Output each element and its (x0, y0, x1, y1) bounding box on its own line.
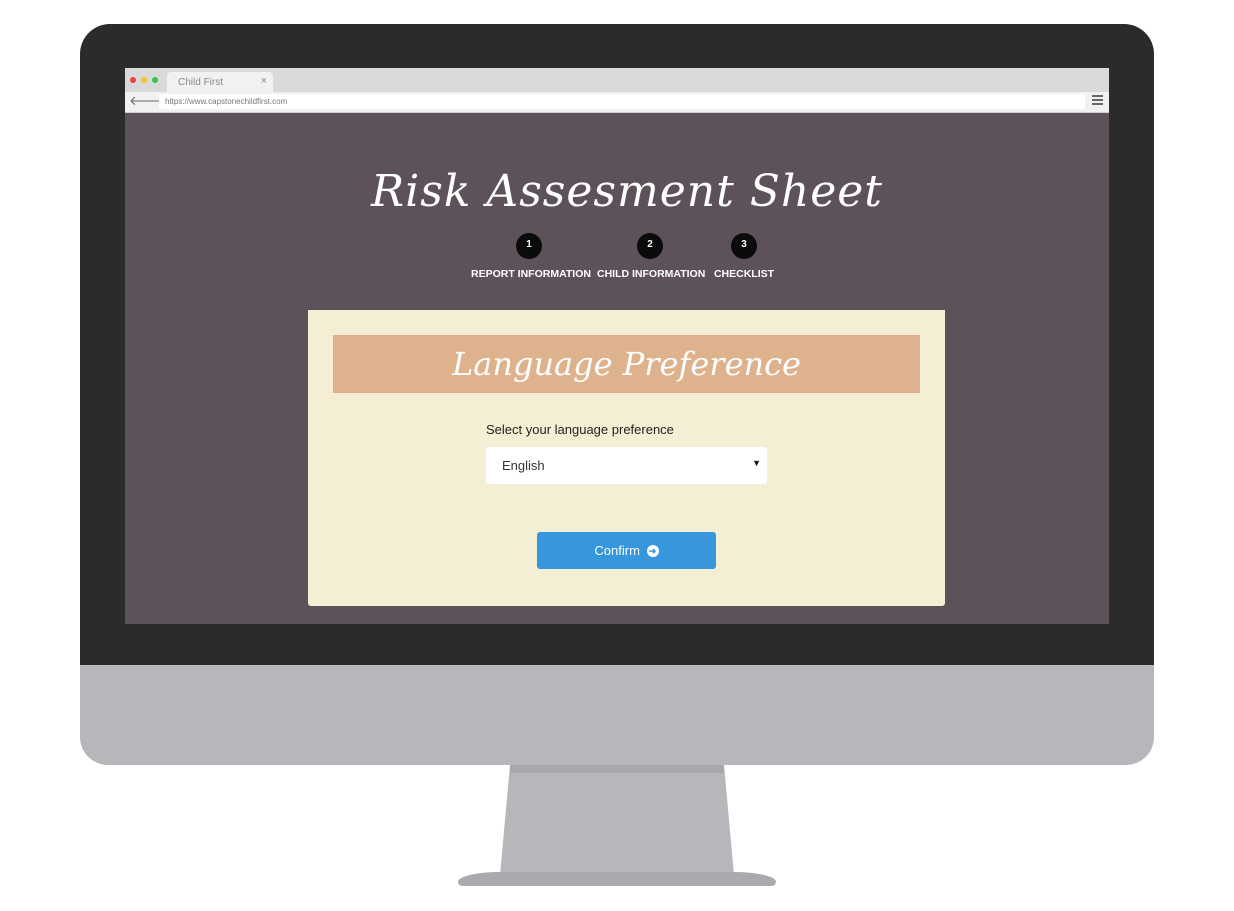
card-heading: Language Preference (452, 345, 801, 383)
step-label: CHECKLIST (713, 268, 775, 280)
browser-window: Child First × 🡐 🡒 https://www.capstonech… (125, 68, 1109, 624)
monitor-stand-shade (510, 765, 724, 773)
monitor-base (458, 872, 776, 886)
confirm-label: Confirm (594, 543, 640, 558)
step-label: CHILD INFORMATION (597, 268, 706, 280)
browser-tab[interactable]: Child First × (167, 72, 273, 92)
address-bar: 🡐 🡒 https://www.capstonechildfirst.com (125, 92, 1109, 113)
close-icon[interactable]: × (261, 75, 267, 87)
chevron-down-icon: ▼ (752, 458, 761, 468)
url-field[interactable]: https://www.capstonechildfirst.com (159, 94, 1085, 109)
monitor-chin (80, 665, 1154, 765)
step-report-information[interactable]: 1 REPORT INFORMATION (471, 233, 591, 280)
monitor-stand (500, 765, 734, 875)
step-number: 1 (516, 233, 542, 259)
language-select[interactable]: English ▼ (486, 447, 767, 484)
language-field-label: Select your language preference (486, 422, 674, 437)
step-checklist[interactable]: 3 CHECKLIST (713, 233, 775, 280)
minimize-window-dot[interactable] (141, 77, 147, 83)
progress-steps: 1 REPORT INFORMATION 2 CHILD INFORMATION… (125, 233, 1109, 293)
page-title: Risk Assesment Sheet (371, 166, 883, 217)
language-select-value: English (502, 458, 545, 473)
step-number: 3 (731, 233, 757, 259)
language-card: Language Preference Select your language… (308, 310, 945, 606)
arrow-circle-right-icon: ➜ (646, 544, 659, 557)
step-label: REPORT INFORMATION (471, 268, 591, 280)
step-number: 2 (637, 233, 663, 259)
confirm-button[interactable]: Confirm ➜ (537, 532, 716, 569)
close-window-dot[interactable] (130, 77, 136, 83)
tab-title: Child First (178, 77, 224, 88)
tab-bar: Child First × (125, 68, 1109, 92)
step-child-information[interactable]: 2 CHILD INFORMATION (597, 233, 706, 280)
menu-icon[interactable] (1092, 95, 1103, 107)
maximize-window-dot[interactable] (152, 77, 158, 83)
card-header: Language Preference (333, 335, 920, 393)
